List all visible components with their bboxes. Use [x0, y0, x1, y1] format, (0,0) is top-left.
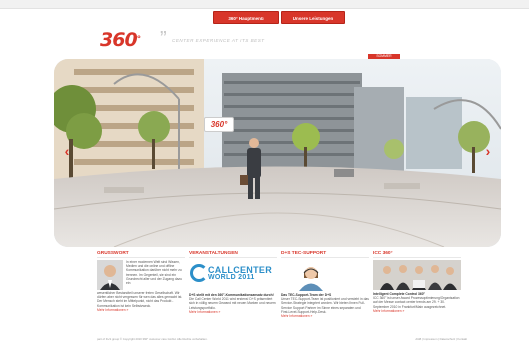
hero-panorama-image — [54, 59, 501, 247]
grusswort-text-bottom: wesentlicher Bestandteil unserer freien … — [97, 291, 183, 308]
hero-slider[interactable]: 360° ‹ › — [54, 59, 501, 247]
grusswort-text-top: In einer modernen Welt sind Wissen, Medi… — [126, 260, 182, 286]
footer: part of D+S group © Copyright 2010 360° … — [97, 337, 467, 342]
top-bar — [0, 0, 529, 9]
grusswort-heading: GRUSSWORT — [97, 250, 185, 258]
slider-prev-arrow-icon[interactable]: ‹ — [62, 144, 72, 158]
logo-360[interactable]: 360° — [100, 30, 141, 50]
icc360-text: ICC 360° ist unser Award Prozessoptimier… — [373, 296, 460, 309]
icc360-heading: ICC 360° — [373, 250, 461, 258]
callcenter-logo-line2: WORLD 2011 — [208, 274, 255, 281]
veranstaltungen-heading: VERANSTALTUNGEN — [189, 250, 277, 258]
nav-hauptmenue-button[interactable]: 360° Hauptmenü — [213, 11, 279, 24]
footer-links[interactable]: AGB | Impressum | Datenschutz | Kontakt — [415, 337, 467, 341]
icc360-more-link[interactable]: Mehr Informationen » — [373, 309, 461, 313]
veranstaltungen-more-link[interactable]: Mehr Informationen » — [189, 310, 277, 314]
slider-next-arrow-icon[interactable]: › — [483, 144, 493, 158]
brand-header: 360° ” CENTER EXPERIENCE AT ITS BEST — [100, 28, 430, 50]
award-group-photo — [373, 260, 461, 290]
column-grusswort: GRUSSWORT In einer modernen Welt sind Wi… — [97, 250, 185, 312]
hero-360-badge: 360° — [204, 117, 234, 132]
nav-leistungen-button[interactable]: Unsere Leistungen — [281, 11, 345, 24]
callcenter-world-circle-icon — [190, 264, 208, 282]
column-tec-support: D+S TEC-SUPPORT Das TEC-Support-Team der… — [281, 250, 369, 318]
quote-mark: ” — [160, 28, 167, 50]
main-navigation: 360° Hauptmenü Unsere Leistungen — [0, 11, 529, 24]
column-icc360: ICC 360° Intelligent Complete Control 36… — [373, 250, 461, 313]
callcenter-world-logo[interactable]: CALLCENTER WORLD 2011 — [189, 264, 277, 284]
tec-support-heading: D+S TEC-SUPPORT — [281, 250, 369, 258]
content-columns: GRUSSWORT In einer modernen Welt sind Wi… — [97, 250, 467, 330]
grusswort-more-link[interactable]: Mehr Informationen » — [97, 308, 185, 312]
tec-support-more-link[interactable]: Mehr Informationen » — [281, 314, 369, 318]
column-veranstaltungen: VERANSTALTUNGEN CALLCENTER WORLD 2011 D+… — [189, 250, 277, 314]
tagline: CENTER EXPERIENCE AT ITS BEST — [172, 38, 265, 43]
tec-support-text: Unser TEC-Support-Team ist positioniert … — [281, 297, 369, 314]
veranstaltungen-text: Die Call Center World 2011 wird erstens!… — [189, 297, 276, 310]
ceo-portrait — [97, 260, 123, 290]
footer-copyright: part of D+S group © Copyright 2010 360° … — [97, 337, 208, 341]
support-agent-photo — [295, 260, 327, 291]
